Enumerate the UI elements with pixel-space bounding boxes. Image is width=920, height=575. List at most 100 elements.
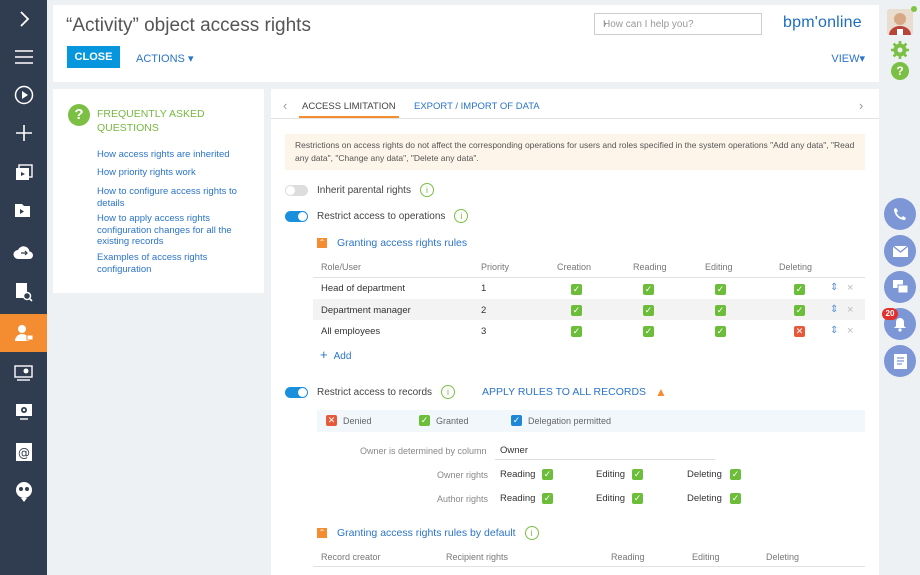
operations-section-header[interactable]: ⌃ Granting access rights rules (317, 237, 467, 249)
column-header: Deleting (766, 552, 800, 562)
add-icon[interactable] (0, 114, 47, 152)
access-rights-icon[interactable] (0, 314, 47, 352)
tab-bar: ‹ ACCESS LIMITATION EXPORT / IMPORT OF D… (271, 89, 879, 119)
email-icon[interactable]: @ (0, 433, 47, 471)
restrict-records-row: Restrict access to records i APPLY RULES… (285, 384, 667, 400)
role-cell: Department manager (321, 305, 411, 316)
check-icon[interactable]: ✓ (715, 326, 726, 337)
delete-icon[interactable]: × (847, 325, 853, 337)
main-panel: ‹ ACCESS LIMITATION EXPORT / IMPORT OF D… (271, 89, 879, 575)
check-icon[interactable]: ✓ (715, 284, 726, 295)
cloud-sync-icon[interactable] (0, 233, 47, 271)
info-icon[interactable]: i (524, 526, 539, 540)
add-rule-button[interactable]: + Add (320, 347, 351, 362)
phone-button[interactable] (884, 198, 916, 230)
toggle-label: Restrict access to records (317, 386, 433, 398)
table-row[interactable] (313, 320, 865, 341)
avatar[interactable] (887, 9, 913, 35)
default-section-header[interactable]: ⌃ Granting access rights rules by defaul… (317, 526, 539, 540)
check-icon[interactable]: ✓ (715, 305, 726, 316)
view-menu-button[interactable]: VIEW▾ (831, 52, 865, 65)
support-icon[interactable] (0, 473, 47, 511)
tab-access-limitation[interactable]: ACCESS LIMITATION (299, 101, 399, 118)
role-cell: All employees (321, 326, 381, 337)
faq-link[interactable]: Examples of access rights configuration (97, 252, 237, 275)
faq-link[interactable]: How to configure access rights to detail… (97, 186, 237, 209)
envelope-icon (892, 245, 908, 257)
restrict-operations-toggle[interactable] (285, 210, 308, 222)
apply-rules-button[interactable]: APPLY RULES TO ALL RECORDS (482, 386, 646, 398)
close-button[interactable]: CLOSE (67, 46, 120, 68)
check-icon[interactable]: ✓ (542, 469, 553, 480)
check-icon[interactable]: ✓ (632, 469, 643, 480)
denied-icon[interactable]: ✕ (794, 326, 805, 337)
right-label: Deleting (687, 493, 722, 504)
column-header: Editing (692, 552, 720, 562)
tab-scroll-left-icon[interactable]: ‹ (283, 98, 287, 113)
document-icon (893, 353, 907, 369)
inherit-rights-toggle[interactable] (285, 184, 308, 196)
delete-icon[interactable]: × (847, 304, 853, 316)
restrict-records-toggle[interactable] (285, 386, 308, 398)
right-label: Reading (500, 469, 536, 480)
info-icon[interactable]: i (454, 209, 469, 223)
check-icon[interactable]: ✓ (643, 305, 654, 316)
check-icon[interactable]: ✓ (643, 326, 654, 337)
reorder-icon[interactable]: ⇕ (830, 304, 838, 315)
users-screen-icon[interactable] (0, 354, 47, 392)
check-icon[interactable]: ✓ (571, 326, 582, 337)
right-label: Deleting (687, 469, 722, 480)
faq-link[interactable]: How access rights are inherited (97, 149, 237, 161)
check-icon[interactable]: ✓ (571, 305, 582, 316)
play-process-icon[interactable] (0, 76, 47, 114)
notice-banner: Restrictions on access rights do not aff… (285, 134, 865, 170)
collapse-icon[interactable]: ⌃ (317, 528, 327, 538)
denied-icon: ✕ (326, 415, 337, 426)
actions-menu-button[interactable]: ACTIONS ▾ (136, 52, 193, 65)
logo: bpm'online (783, 14, 862, 31)
section-title: Granting access rights rules (337, 237, 468, 249)
gear-icon[interactable] (891, 41, 909, 62)
check-icon: ✓ (419, 415, 430, 426)
legend-label: Granted (436, 416, 469, 426)
sections-icon[interactable] (0, 154, 47, 192)
faq-link[interactable]: How to apply access rights configuration… (97, 213, 237, 248)
owner-column-value[interactable]: Owner (500, 445, 528, 456)
section-wizard-icon[interactable] (0, 192, 47, 230)
info-icon[interactable]: i (441, 385, 456, 399)
tab-export-import[interactable]: EXPORT / IMPORT OF DATA (414, 101, 540, 112)
faq-panel: ? FREQUENTLY ASKED QUESTIONS How access … (53, 89, 264, 293)
check-icon[interactable]: ✓ (632, 493, 643, 504)
check-icon[interactable]: ✓ (571, 284, 582, 295)
plus-icon: + (320, 347, 328, 362)
faq-title: FREQUENTLY ASKED QUESTIONS (97, 108, 205, 134)
column-header: Deleting (779, 262, 813, 272)
system-settings-icon[interactable] (0, 393, 47, 431)
search-arrow-icon[interactable]: › (603, 18, 755, 30)
reorder-icon[interactable]: ⇕ (830, 325, 838, 336)
check-icon[interactable]: ✓ (542, 493, 553, 504)
delete-icon[interactable]: × (847, 282, 853, 294)
column-header: Priority (481, 262, 510, 272)
collapse-icon[interactable]: ⌃ (317, 238, 327, 248)
help-icon[interactable]: ? (891, 62, 909, 80)
check-icon[interactable]: ✓ (730, 469, 741, 480)
tab-scroll-right-icon[interactable]: › (859, 98, 863, 113)
collapse-chevron-icon[interactable] (0, 0, 47, 38)
check-icon[interactable]: ✓ (730, 493, 741, 504)
menu-icon[interactable] (0, 38, 47, 76)
info-icon[interactable]: i (419, 183, 434, 197)
check-icon[interactable]: ✓ (794, 305, 805, 316)
author-rights-label: Author rights (437, 494, 489, 504)
email-button[interactable] (884, 235, 916, 267)
page-header: “Activity” object access rights CLOSE AC… (53, 5, 879, 82)
reorder-icon[interactable]: ⇕ (830, 282, 838, 293)
tasks-button[interactable] (884, 345, 916, 377)
feed-button[interactable] (884, 271, 916, 303)
document-search-icon[interactable] (0, 273, 47, 311)
check-icon[interactable]: ✓ (643, 284, 654, 295)
svg-text:@: @ (18, 446, 30, 460)
check-icon[interactable]: ✓ (794, 284, 805, 295)
faq-link[interactable]: How priority rights work (97, 167, 237, 179)
help-search-input[interactable]: How can I help you? › (594, 13, 762, 35)
